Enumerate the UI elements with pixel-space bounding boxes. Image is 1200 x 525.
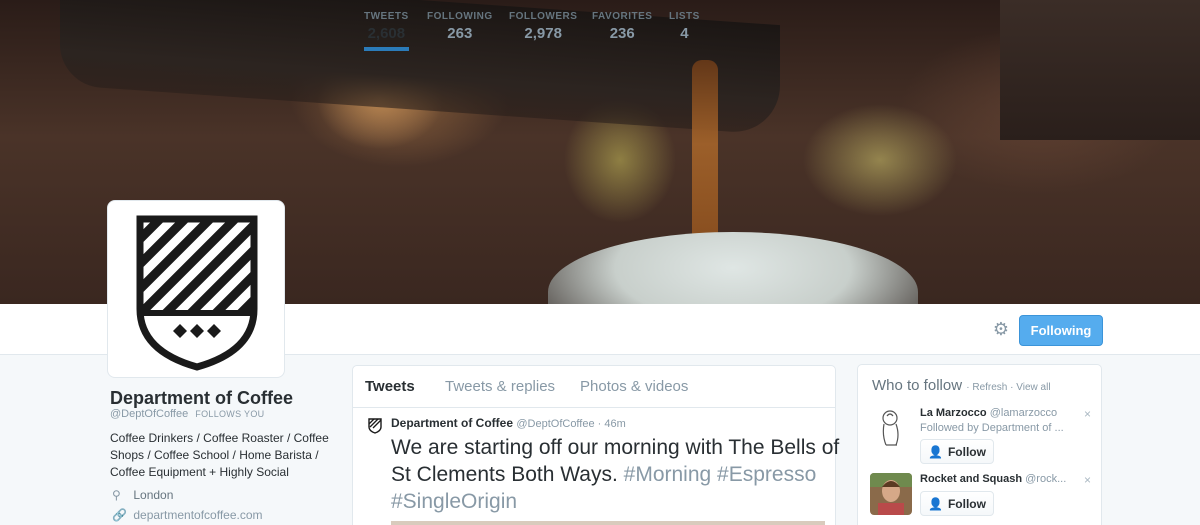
profile-handle-text[interactable]: @DeptOfCoffee [110,408,188,420]
stat-value: 263 [447,25,473,42]
stat-value: 2,978 [524,25,562,42]
link-icon: 🔗 [112,508,127,522]
view-all-link[interactable]: View all [1016,382,1050,393]
profile-url: 🔗 departmentofcoffee.com [112,508,263,522]
stat-label: FOLLOWING [427,11,493,22]
tweet-avatar-icon[interactable] [367,418,383,434]
suggestion-name: La Marzocco @lamarzocco [920,407,1070,419]
timeline-panel: Tweets Tweets & replies Photos & videos … [352,365,839,525]
follow-button[interactable]: 👤 Follow [920,439,994,464]
follow-button-label: Follow [947,496,986,511]
stat-favorites[interactable]: FAVORITES 236 [592,11,652,42]
department-of-coffee-logo-icon [136,215,258,371]
stat-value: 4 [680,25,689,42]
profile-avatar[interactable] [107,200,285,378]
stat-tweets[interactable]: TWEETS 2,608 [364,11,409,51]
stat-value: 236 [609,25,635,42]
location-pin-icon: ⚲ [112,488,121,502]
coffee-cup [548,232,918,304]
suggestion-name: Rocket and Squash @rock... [920,473,1070,485]
dot-separator: · [966,382,970,393]
suggestion-handle[interactable]: @rock... [1025,473,1066,485]
timeline-tabs: Tweets Tweets & replies Photos & videos [353,366,835,408]
stat-followers[interactable]: FOLLOWERS 2,978 [509,11,577,42]
profile-location: ⚲ London [112,488,173,502]
add-person-icon: 👤 [928,496,943,511]
stat-label: FAVORITES [592,11,653,22]
hashtag-espresso[interactable]: #Espresso [717,463,816,486]
tab-tweets[interactable]: Tweets [365,378,415,395]
suggestion-context: Followed by Department of ... [920,422,1064,434]
dismiss-icon[interactable]: × [1084,473,1091,487]
rocket-and-squash-avatar[interactable] [870,473,912,515]
following-button[interactable]: Following [1019,315,1103,346]
suggestion-handle[interactable]: @lamarzocco [990,407,1057,419]
suggestion-display-name[interactable]: La Marzocco [920,407,987,419]
stat-label: TWEETS [364,11,409,22]
profile-name[interactable]: Department of Coffee [110,388,293,409]
la-marzocco-lion-icon[interactable] [870,407,912,449]
who-to-follow-header: Who to follow · Refresh · View all [872,377,1051,394]
follow-button-label: Follow [947,444,986,459]
tweet-media-preview[interactable] [391,521,825,525]
profile-handle: @DeptOfCoffee FOLLOWS YOU [110,408,264,420]
machine-panel [1000,0,1200,140]
profile-bio: Coffee Drinkers / Coffee Roaster / Coffe… [110,431,329,479]
tweet-header: Department of Coffee @DeptOfCoffee · 46m [391,416,626,430]
hashtag-singleorigin[interactable]: #SingleOrigin [391,490,517,513]
add-person-icon: 👤 [928,444,943,459]
tweet-text: We are starting off our morning with The… [391,434,841,515]
stat-following[interactable]: FOLLOWING 263 [427,11,493,42]
dismiss-icon[interactable]: × [1084,407,1091,421]
suggestion-display-name[interactable]: Rocket and Squash [920,473,1022,485]
hashtag-morning[interactable]: #Morning [624,463,712,486]
profile-url-link[interactable]: departmentofcoffee.com [133,508,262,522]
tweet-author-name[interactable]: Department of Coffee [391,416,513,430]
follows-you-badge: FOLLOWS YOU [195,409,265,419]
follow-button[interactable]: 👤 Follow [920,491,994,516]
refresh-link[interactable]: Refresh [972,382,1007,393]
tweet-author-handle[interactable]: @DeptOfCoffee · 46m [516,418,625,430]
stat-lists[interactable]: LISTS 4 [669,11,700,42]
who-to-follow-links: · Refresh · View all [966,382,1050,393]
stat-value: 2,608 [367,25,406,42]
who-to-follow-title: Who to follow [872,377,963,394]
who-to-follow-panel: Who to follow · Refresh · View all La Ma… [857,364,1102,525]
profile-location-text: London [133,488,174,502]
dot-separator: · [1010,382,1014,393]
tab-tweets-and-replies[interactable]: Tweets & replies [445,378,555,395]
stat-label: FOLLOWERS [509,11,578,22]
stat-label: LISTS [669,11,700,22]
tab-photos-and-videos[interactable]: Photos & videos [580,378,688,395]
gear-icon[interactable]: ⚙ [990,318,1012,340]
